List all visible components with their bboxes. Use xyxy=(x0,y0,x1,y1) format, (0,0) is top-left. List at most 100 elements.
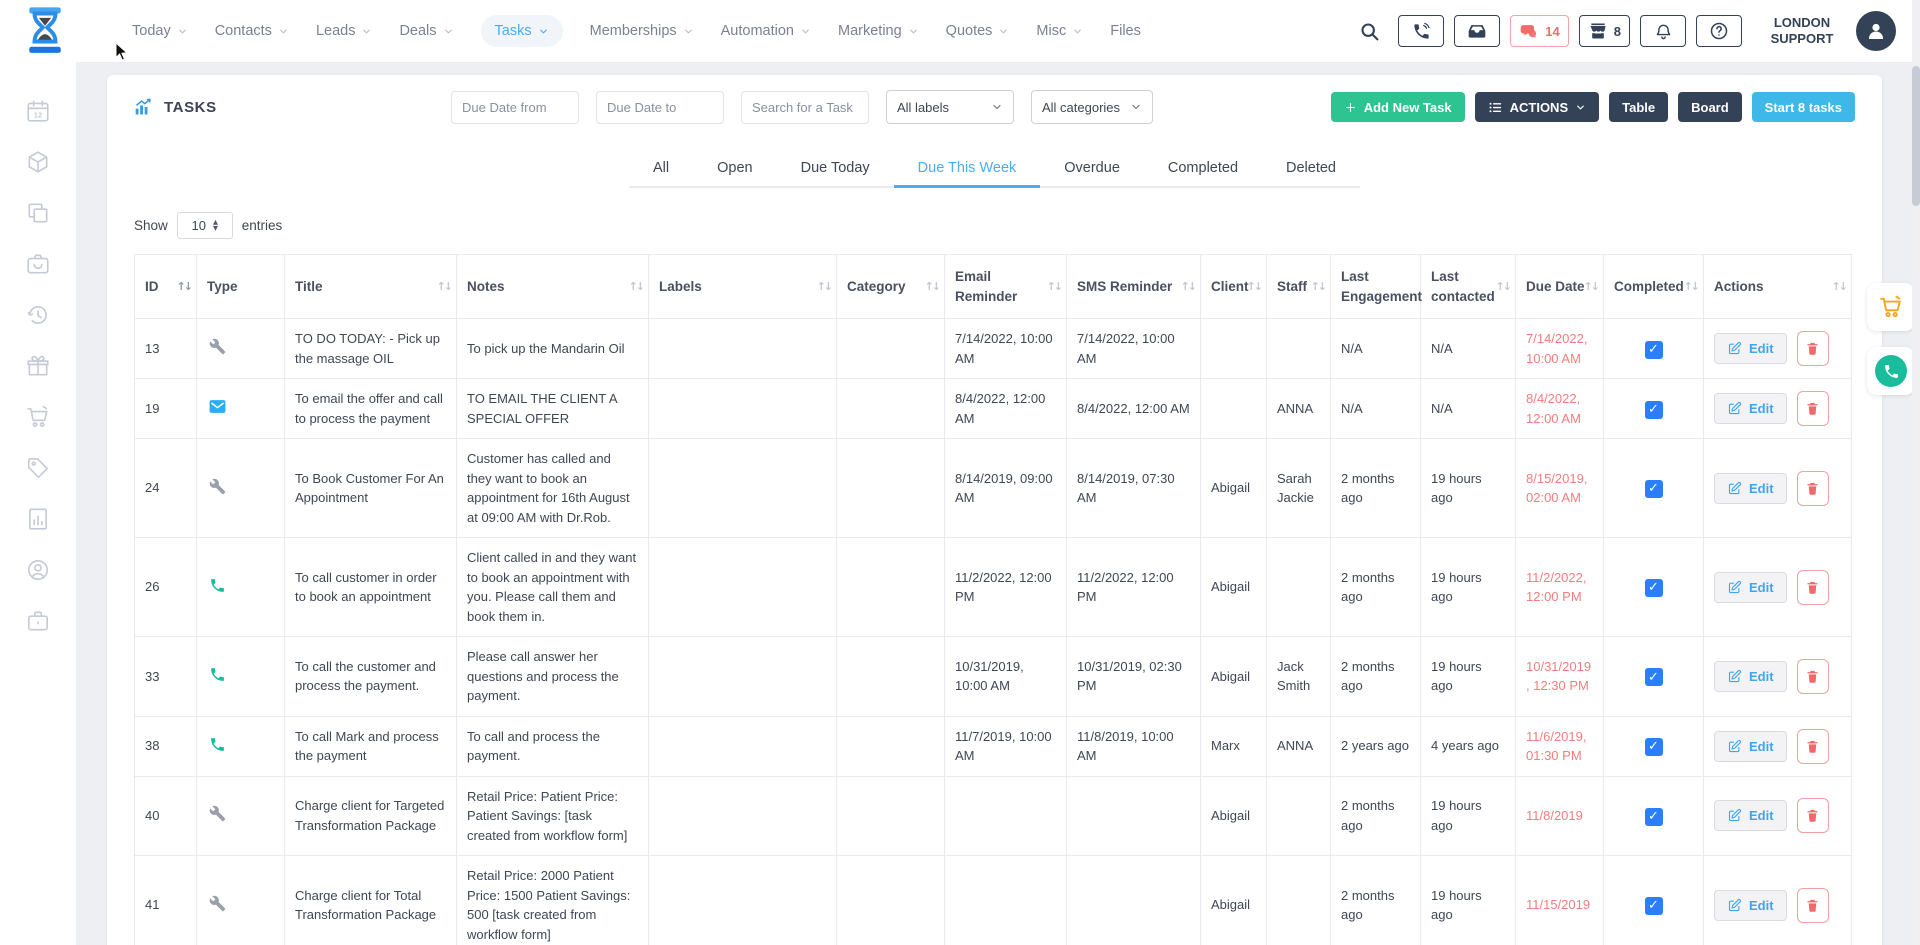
column-header-title[interactable]: Title↑↓ xyxy=(285,255,457,319)
nav-item-contacts[interactable]: Contacts xyxy=(215,23,289,39)
nav-item-memberships[interactable]: Memberships xyxy=(590,23,694,39)
updown-icon: ▲▼ xyxy=(213,220,218,232)
nav-item-label: Deals xyxy=(399,23,436,39)
completed-checkbox[interactable]: ✓ xyxy=(1645,897,1663,915)
delete-button[interactable] xyxy=(1797,798,1829,833)
completed-checkbox[interactable]: ✓ xyxy=(1645,579,1663,597)
left-sidebar: 12 xyxy=(0,62,76,945)
avatar[interactable] xyxy=(1856,11,1896,51)
column-header-actions[interactable]: Actions↑↓ xyxy=(1704,255,1852,319)
column-header-last-contacted[interactable]: Last contacted↑↓ xyxy=(1421,255,1516,319)
nav-item-files[interactable]: Files xyxy=(1110,23,1141,39)
nav-item-quotes[interactable]: Quotes xyxy=(946,23,1010,39)
completed-checkbox[interactable]: ✓ xyxy=(1645,341,1663,359)
sidebar-item-camera[interactable] xyxy=(25,251,51,282)
table-view-button[interactable]: Table xyxy=(1609,92,1668,122)
edit-button[interactable]: Edit xyxy=(1714,890,1787,921)
floating-cart-button[interactable] xyxy=(1867,283,1915,331)
tab-overdue[interactable]: Overdue xyxy=(1040,149,1144,188)
edit-button[interactable]: Edit xyxy=(1714,333,1787,364)
sidebar-item-calendar[interactable]: 12 xyxy=(25,98,51,129)
help-button[interactable] xyxy=(1696,15,1742,47)
edit-button[interactable]: Edit xyxy=(1714,572,1787,603)
sort-icon: ↑↓ xyxy=(1181,279,1195,295)
scrollbar-thumb[interactable] xyxy=(1912,66,1920,206)
tab-deleted[interactable]: Deleted xyxy=(1262,149,1360,188)
categories-filter-select[interactable]: All categories xyxy=(1031,90,1153,124)
main-nav: Today Contacts Leads Deals Tasks Memberships A… xyxy=(132,15,1141,47)
inbox-button[interactable] xyxy=(1454,15,1500,47)
completed-checkbox[interactable]: ✓ xyxy=(1645,738,1663,756)
sidebar-item-gift[interactable] xyxy=(25,353,51,384)
cell-sms-reminder: 8/4/2022, 12:00 AM xyxy=(1067,379,1201,439)
notifications-button[interactable] xyxy=(1640,15,1686,47)
sidebar-item-briefcase[interactable] xyxy=(25,608,51,639)
cell-category xyxy=(837,319,945,379)
sidebar-item-copy[interactable] xyxy=(25,200,51,231)
column-header-staff[interactable]: Staff↑↓ xyxy=(1267,255,1331,319)
actions-dropdown-button[interactable]: ACTIONS xyxy=(1475,92,1600,122)
completed-checkbox[interactable]: ✓ xyxy=(1645,401,1663,419)
sidebar-item-tags[interactable] xyxy=(25,455,51,486)
board-view-button[interactable]: Board xyxy=(1678,92,1742,122)
column-header-id[interactable]: ID↑↓ xyxy=(135,255,197,319)
edit-button[interactable]: Edit xyxy=(1714,393,1787,424)
tab-due-this-week[interactable]: Due This Week xyxy=(894,149,1041,188)
table-row: 26To call customer in order to book an a… xyxy=(135,538,1852,637)
nav-item-misc[interactable]: Misc xyxy=(1036,23,1083,39)
add-new-task-button[interactable]: Add New Task xyxy=(1331,92,1465,122)
column-header-category[interactable]: Category↑↓ xyxy=(837,255,945,319)
delete-button[interactable] xyxy=(1797,471,1829,506)
due-date-to-input[interactable] xyxy=(596,91,724,124)
cell-client: Abigail xyxy=(1201,439,1267,538)
chat-button[interactable]: 14 xyxy=(1510,15,1568,47)
column-header-email-reminder[interactable]: Email Reminder↑↓ xyxy=(945,255,1067,319)
start-tasks-button[interactable]: Start 8 tasks xyxy=(1752,92,1855,122)
edit-button[interactable]: Edit xyxy=(1714,661,1787,692)
column-header-sms-reminder[interactable]: SMS Reminder↑↓ xyxy=(1067,255,1201,319)
task-search-input[interactable] xyxy=(741,91,869,124)
nav-item-automation[interactable]: Automation xyxy=(721,23,811,39)
nav-item-marketing[interactable]: Marketing xyxy=(838,23,919,39)
nav-item-tasks[interactable]: Tasks xyxy=(481,15,563,47)
due-date-from-input[interactable] xyxy=(451,91,579,124)
sidebar-item-cart[interactable] xyxy=(25,404,51,435)
column-header-notes[interactable]: Notes↑↓ xyxy=(457,255,649,319)
column-header-client[interactable]: Client↑↓ xyxy=(1201,255,1267,319)
delete-button[interactable] xyxy=(1797,570,1829,605)
nav-item-today[interactable]: Today xyxy=(132,23,188,39)
column-header-labels[interactable]: Labels↑↓ xyxy=(649,255,837,319)
nav-item-deals[interactable]: Deals xyxy=(399,23,453,39)
dialer-button[interactable] xyxy=(1398,15,1444,47)
edit-button[interactable]: Edit xyxy=(1714,800,1787,831)
store-button[interactable]: 8 xyxy=(1579,15,1630,47)
edit-button[interactable]: Edit xyxy=(1714,473,1787,504)
sidebar-item-user-circle[interactable] xyxy=(25,557,51,588)
column-header-due-date[interactable]: Due Date↑↓ xyxy=(1516,255,1604,319)
nav-item-leads[interactable]: Leads xyxy=(316,23,373,39)
sidebar-item-report[interactable] xyxy=(25,506,51,537)
search-icon[interactable] xyxy=(1359,21,1380,42)
delete-button[interactable] xyxy=(1797,888,1829,923)
sidebar-item-history[interactable] xyxy=(25,302,51,333)
delete-button[interactable] xyxy=(1797,659,1829,694)
completed-checkbox[interactable]: ✓ xyxy=(1645,480,1663,498)
completed-checkbox[interactable]: ✓ xyxy=(1645,808,1663,826)
delete-button[interactable] xyxy=(1797,391,1829,426)
sidebar-item-cube[interactable] xyxy=(25,149,51,180)
app-logo[interactable] xyxy=(24,6,66,56)
column-header-completed[interactable]: Completed↑↓ xyxy=(1604,255,1704,319)
tab-completed[interactable]: Completed xyxy=(1144,149,1262,188)
cell-last-engagement: 2 years ago xyxy=(1331,716,1421,776)
tab-open[interactable]: Open xyxy=(693,149,776,188)
floating-call-button[interactable] xyxy=(1867,347,1915,395)
tab-due-today[interactable]: Due Today xyxy=(777,149,894,188)
delete-button[interactable] xyxy=(1797,729,1829,764)
edit-button[interactable]: Edit xyxy=(1714,731,1787,762)
labels-filter-select[interactable]: All labels xyxy=(886,90,1014,124)
page-size-select[interactable]: 10 ▲▼ xyxy=(177,212,233,239)
delete-button[interactable] xyxy=(1797,331,1829,366)
tab-all[interactable]: All xyxy=(629,149,693,188)
sort-icon: ↑↓ xyxy=(1832,279,1846,295)
completed-checkbox[interactable]: ✓ xyxy=(1645,668,1663,686)
